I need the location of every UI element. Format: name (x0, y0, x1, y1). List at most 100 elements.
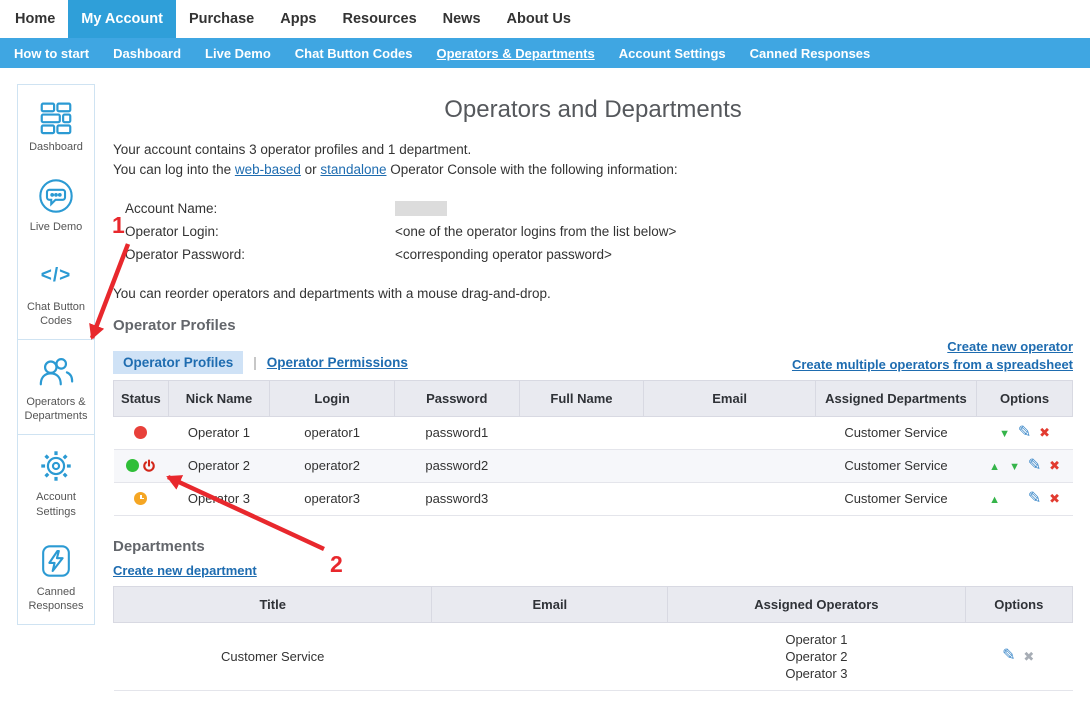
operator-profiles-table: Status Nick Name Login Password Full Nam… (113, 380, 1073, 516)
email-cell (644, 482, 816, 515)
edit-icon[interactable] (1027, 491, 1042, 507)
account-info: Account Name: Operator Login: <one of th… (125, 197, 1073, 266)
subnav-dashboard[interactable]: Dashboard (101, 38, 193, 68)
full-name-cell (519, 416, 644, 449)
col-header-assigned-departments: Assigned Departments (815, 380, 976, 416)
departments-table-header-row: Title Email Assigned Operators Options (114, 586, 1073, 622)
sidebar-item-label: Canned Responses (21, 585, 91, 613)
department-email-cell (432, 622, 668, 690)
password-cell: password1 (394, 416, 519, 449)
col-header-login: Login (270, 380, 395, 416)
annotation-label-1: 1 (112, 212, 125, 239)
departments-table: Title Email Assigned Operators Options C… (113, 586, 1073, 691)
password-cell: password3 (394, 482, 519, 515)
full-name-cell (519, 482, 644, 515)
operator-login-label: Operator Login: (125, 220, 395, 243)
nav-my-account[interactable]: My Account (68, 0, 176, 38)
logout-power-icon[interactable] (142, 459, 156, 473)
email-cell (644, 449, 816, 482)
subnav-account-settings[interactable]: Account Settings (607, 38, 738, 68)
col-header-email: Email (644, 380, 816, 416)
sidebar-item-canned-responses[interactable]: Canned Responses (18, 530, 94, 624)
delete-icon[interactable] (1047, 459, 1062, 472)
sidebar-item-dashboard[interactable]: Dashboard (18, 85, 94, 165)
nick-name-cell: Operator 1 (168, 416, 270, 449)
assigned-operator: Operator 1 (668, 631, 965, 648)
move-up-icon[interactable] (987, 459, 1002, 473)
page: Home My Account Purchase Apps Resources … (0, 0, 1090, 722)
nav-resources[interactable]: Resources (329, 0, 429, 38)
assigned-departments-cell: Customer Service (815, 449, 976, 482)
email-cell (644, 416, 816, 449)
table-row: Operator 1 operator1 password1 Customer … (114, 416, 1073, 449)
top-navigation: Home My Account Purchase Apps Resources … (0, 0, 1090, 38)
status-offline-icon (134, 426, 147, 439)
sidebar-item-live-demo[interactable]: Live Demo (18, 165, 94, 245)
assigned-operator: Operator 2 (668, 648, 965, 665)
subnav-live-demo[interactable]: Live Demo (193, 38, 283, 68)
operator-password-row: Operator Password: <corresponding operat… (125, 243, 1073, 266)
subnav-canned-responses[interactable]: Canned Responses (738, 38, 883, 68)
move-down-icon[interactable] (997, 426, 1012, 440)
sidebar: Dashboard Live Demo Chat Button Codes (17, 84, 95, 625)
tab-operator-permissions[interactable]: Operator Permissions (267, 355, 408, 370)
subnav-chat-button-codes[interactable]: Chat Button Codes (283, 38, 425, 68)
sidebar-item-label: Operators & Departments (21, 395, 91, 423)
create-multiple-operators-link[interactable]: Create multiple operators from a spreads… (792, 356, 1073, 374)
delete-icon[interactable] (1047, 492, 1062, 505)
col-header-password: Password (394, 380, 519, 416)
col-header-email: Email (432, 586, 668, 622)
main-content: Operators and Departments Your account c… (113, 84, 1073, 691)
subnav-how-to-start[interactable]: How to start (2, 38, 101, 68)
account-name-label: Account Name: (125, 197, 395, 220)
operator-password-value: <corresponding operator password> (395, 243, 612, 266)
delete-icon[interactable] (1037, 426, 1052, 439)
col-header-full-name: Full Name (519, 380, 644, 416)
sidebar-item-account-settings[interactable]: Account Settings (18, 435, 94, 529)
nick-name-cell: Operator 3 (168, 482, 270, 515)
department-operators-cell: Operator 1 Operator 2 Operator 3 (668, 622, 965, 690)
operator-controls: Operator Profiles | Operator Permissions… (113, 338, 1073, 374)
operator-login-value: <one of the operator logins from the lis… (395, 220, 676, 243)
web-based-link[interactable]: web-based (235, 162, 301, 177)
login-cell: operator1 (270, 416, 395, 449)
move-up-icon[interactable] (987, 492, 1002, 506)
sidebar-item-operators-departments[interactable]: Operators & Departments (18, 339, 94, 435)
lightning-icon (21, 542, 91, 580)
move-down-icon[interactable] (1007, 459, 1022, 473)
create-new-department-link[interactable]: Create new department (113, 563, 257, 578)
table-row: Customer Service Operator 1 Operator 2 O… (114, 622, 1073, 690)
nav-news[interactable]: News (430, 0, 494, 38)
nav-purchase[interactable]: Purchase (176, 0, 267, 38)
standalone-link[interactable]: standalone (320, 162, 386, 177)
edit-icon[interactable] (1001, 648, 1016, 664)
intro-line-1: Your account contains 3 operator profile… (113, 140, 1073, 160)
sidebar-item-label: Chat Button Codes (21, 300, 91, 328)
tab-operator-profiles[interactable]: Operator Profiles (113, 351, 243, 374)
sub-navigation: How to start Dashboard Live Demo Chat Bu… (0, 38, 1090, 68)
operator-login-row: Operator Login: <one of the operator log… (125, 220, 1073, 243)
nav-home[interactable]: Home (2, 0, 68, 38)
nick-name-cell: Operator 2 (168, 449, 270, 482)
col-header-assigned-operators: Assigned Operators (668, 586, 965, 622)
delete-disabled-icon (1021, 650, 1036, 663)
subnav-operators-departments[interactable]: Operators & Departments (425, 38, 607, 68)
edit-icon[interactable] (1017, 425, 1032, 441)
col-header-options: Options (965, 586, 1072, 622)
sidebar-item-label: Account Settings (21, 490, 91, 518)
departments-heading: Departments (113, 538, 1073, 555)
department-title-cell: Customer Service (114, 622, 432, 690)
assigned-departments-cell: Customer Service (815, 482, 976, 515)
col-header-title: Title (114, 586, 432, 622)
live-demo-icon (21, 177, 91, 215)
nav-about-us[interactable]: About Us (494, 0, 584, 38)
sidebar-item-chat-button-codes[interactable]: Chat Button Codes (18, 245, 94, 339)
col-header-nick-name: Nick Name (168, 380, 270, 416)
col-header-options: Options (977, 380, 1073, 416)
table-row: Operator 3 operator3 password3 Customer … (114, 482, 1073, 515)
login-cell: operator3 (270, 482, 395, 515)
nav-apps[interactable]: Apps (267, 0, 329, 38)
code-icon (21, 257, 91, 295)
edit-icon[interactable] (1027, 458, 1042, 474)
create-new-operator-link[interactable]: Create new operator (792, 338, 1073, 356)
